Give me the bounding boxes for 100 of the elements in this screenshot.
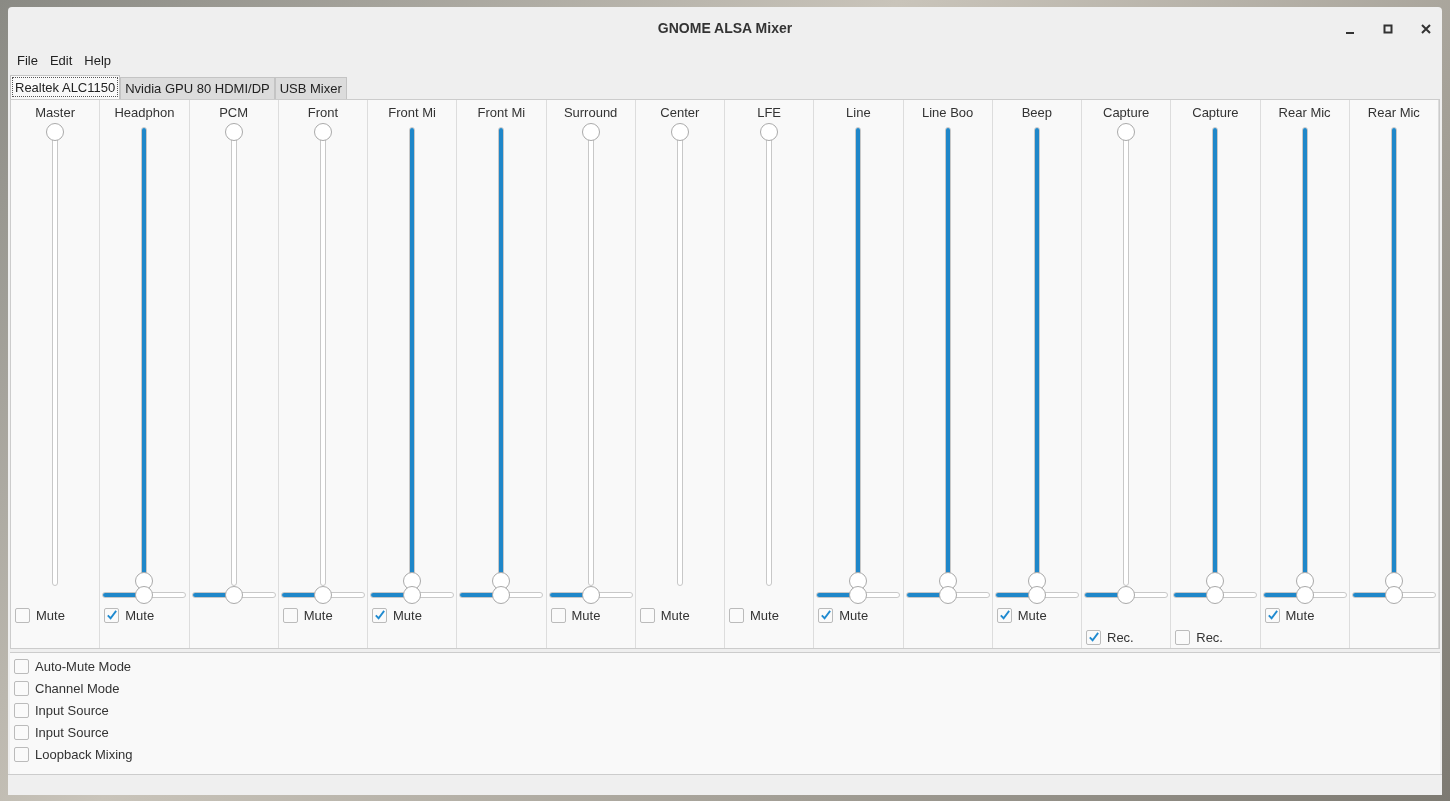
checkbox[interactable]: Mute (372, 607, 422, 623)
volume-slider[interactable] (224, 122, 243, 585)
slider-thumb[interactable] (224, 122, 243, 141)
checkbox[interactable]: Rec. (1086, 629, 1134, 645)
balance-slider[interactable] (191, 585, 276, 604)
slider-thumb[interactable] (1384, 571, 1403, 590)
slider-thumb[interactable] (46, 122, 65, 141)
balance-slider[interactable] (1084, 585, 1169, 604)
checkbox-square[interactable] (15, 607, 30, 623)
balance-slider[interactable] (1262, 585, 1347, 604)
menu-item[interactable]: Help (79, 51, 117, 73)
slider-thumb[interactable] (135, 585, 154, 604)
slider-thumb[interactable] (849, 585, 868, 604)
checkbox-square[interactable] (639, 607, 655, 623)
checkbox-square[interactable] (1264, 607, 1280, 623)
checkbox-label: Mute (571, 607, 601, 623)
slider-thumb[interactable] (938, 571, 957, 590)
menu-item[interactable]: Edit (44, 51, 78, 73)
volume-slider[interactable] (1117, 122, 1136, 585)
tab[interactable]: USB Mixer (274, 77, 347, 99)
checkbox[interactable]: Mute (282, 607, 333, 623)
checkbox[interactable]: Mute (1264, 607, 1315, 623)
slider-thumb[interactable] (224, 585, 243, 604)
checkbox-square[interactable] (104, 607, 120, 623)
slider-thumb[interactable] (849, 571, 868, 590)
checkbox[interactable]: Input Source (14, 702, 109, 718)
checkbox[interactable]: Mute (729, 607, 779, 623)
balance-slider[interactable] (548, 585, 633, 604)
slider-thumb[interactable] (492, 571, 511, 590)
checkbox-square[interactable] (996, 607, 1012, 623)
slider-thumb[interactable] (581, 585, 600, 604)
checkbox-square[interactable] (1175, 629, 1191, 645)
slider-thumb[interactable] (670, 122, 689, 141)
checkbox-label: Mute (36, 607, 65, 623)
checkbox-square[interactable] (14, 680, 29, 696)
checkbox-label: Channel Mode (35, 680, 120, 696)
balance-slider[interactable] (1351, 585, 1436, 604)
checkbox-square[interactable] (372, 607, 387, 623)
checkbox[interactable]: Mute (818, 607, 869, 623)
volume-slider[interactable] (760, 122, 779, 585)
balance-slider[interactable] (102, 585, 187, 604)
slider-thumb[interactable] (403, 571, 422, 590)
slider-thumb[interactable] (403, 585, 422, 604)
checkbox-label: Input Source (35, 702, 109, 718)
slider-thumb[interactable] (313, 585, 332, 604)
menu-item[interactable]: File (12, 51, 43, 73)
volume-slider[interactable] (46, 122, 65, 585)
tab[interactable]: Realtek ALC1150 (10, 75, 121, 99)
slider-thumb[interactable] (581, 122, 600, 141)
tab[interactable]: Nvidia GPU 80 HDMI/DP (120, 77, 275, 99)
checkbox[interactable]: Auto-Mute Mode (14, 658, 132, 674)
balance-slider[interactable] (280, 585, 365, 604)
checkbox-square[interactable] (282, 607, 298, 623)
checkbox-square[interactable] (14, 702, 29, 718)
checkbox[interactable]: Channel Mode (14, 680, 120, 696)
checkbox-square[interactable] (818, 607, 834, 623)
volume-slider[interactable] (581, 122, 600, 585)
balance-slider[interactable] (905, 585, 990, 604)
checkbox[interactable]: Rec. (1175, 629, 1223, 645)
slider-thumb[interactable] (1206, 571, 1225, 590)
checkbox[interactable]: Mute (550, 607, 601, 623)
checkbox-label: Auto-Mute Mode (35, 658, 132, 674)
channel-name: Beep (1021, 105, 1053, 122)
checkbox-square[interactable] (1086, 629, 1101, 645)
slider-thumb[interactable] (1206, 585, 1225, 604)
slider-thumb[interactable] (313, 122, 332, 141)
slider-thumb[interactable] (492, 585, 511, 604)
checkbox-square[interactable] (14, 746, 29, 762)
balance-slider[interactable] (370, 585, 455, 604)
checkbox[interactable]: Mute (639, 607, 690, 623)
channel-name: Front Mi (477, 105, 526, 122)
channel-name: Capture (1192, 105, 1239, 122)
balance-slider[interactable] (459, 585, 544, 604)
slider-thumb[interactable] (1117, 585, 1136, 604)
balance-slider[interactable] (1173, 585, 1258, 604)
slider-thumb[interactable] (1027, 571, 1046, 590)
slider-thumb[interactable] (760, 122, 779, 141)
checkbox[interactable]: Mute (996, 607, 1047, 623)
channel-name: Capture (1103, 105, 1150, 122)
balance-slider[interactable] (816, 585, 901, 604)
volume-slider[interactable] (670, 122, 689, 585)
checkbox-square[interactable] (14, 658, 29, 674)
checkbox-label: Mute (1285, 607, 1315, 623)
checkbox-label: Mute (393, 607, 422, 623)
checkbox[interactable]: Input Source (14, 724, 109, 740)
channel-name: Surround (563, 105, 618, 122)
checkbox-label: Rec. (1107, 629, 1134, 645)
slider-thumb[interactable] (1295, 571, 1314, 590)
checkbox-square[interactable] (729, 607, 744, 623)
checkbox-square[interactable] (14, 724, 29, 740)
checkbox[interactable]: Mute (104, 607, 155, 623)
balance-slider[interactable] (994, 585, 1079, 604)
slider-thumb[interactable] (1117, 122, 1136, 141)
checkbox[interactable]: Loopback Mixing (14, 746, 133, 762)
checkbox-square[interactable] (550, 607, 566, 623)
checkbox[interactable]: Mute (15, 607, 65, 623)
volume-slider[interactable] (313, 122, 332, 585)
slider-thumb[interactable] (135, 571, 154, 590)
checkbox-label: Mute (303, 607, 333, 623)
checkbox-label: Loopback Mixing (35, 746, 133, 762)
